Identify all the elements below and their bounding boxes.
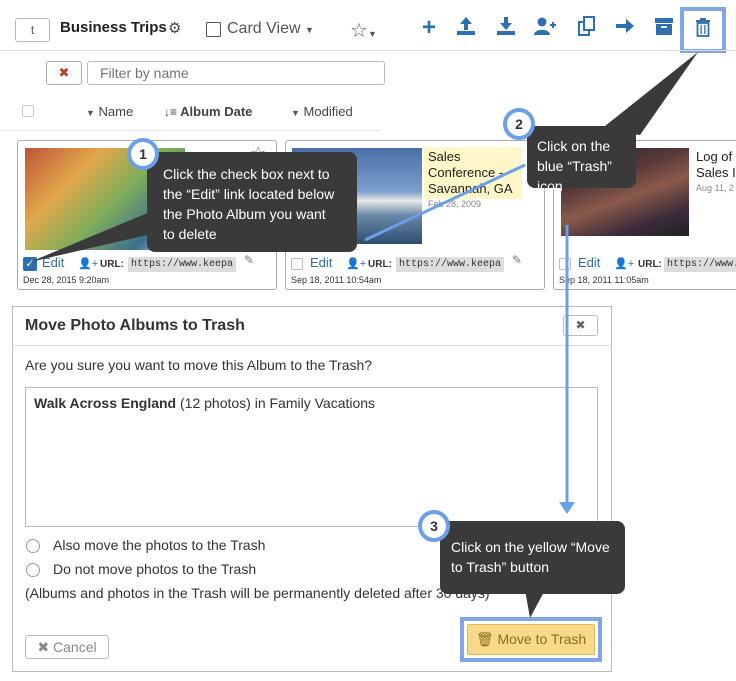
annotation-arrows [30, 52, 698, 618]
blue-arrowhead [559, 502, 575, 514]
callout-3-pointer [525, 590, 545, 618]
blue-arrow-line [364, 163, 526, 242]
callout-1-pointer [30, 212, 160, 262]
callout-2: Click on the blue “Trash” icon [527, 126, 636, 194]
step-badge-1: 1 [127, 138, 159, 170]
callout-1: Click the check box next to the “Edit” l… [147, 152, 357, 252]
callout-2-pointer [600, 52, 698, 135]
step-badge-2: 2 [503, 108, 535, 140]
step-badge-3: 3 [418, 510, 450, 542]
callout-3: Click on the yellow “Move to Trash” butt… [440, 521, 625, 594]
